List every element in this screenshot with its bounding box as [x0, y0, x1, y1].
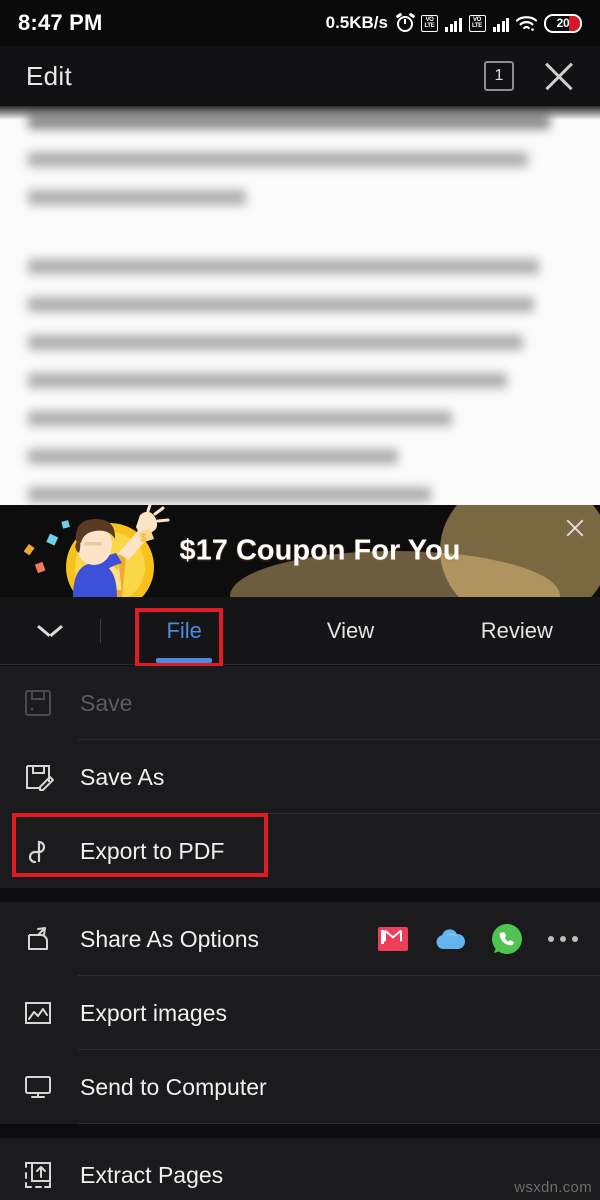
menu-item-extract-pages[interactable]: Extract Pages [0, 1138, 600, 1200]
battery-icon: 20 [544, 13, 582, 33]
menu-section-divider [0, 888, 600, 902]
document-preview[interactable] [0, 106, 600, 505]
volte-sim2-icon: VO LTE [468, 14, 486, 32]
phone-screen: 8:47 PM 0.5KB/s VO LTE VO LTE 20 Edit 1 … [0, 0, 600, 1200]
gmail-icon[interactable] [378, 927, 408, 951]
signal-sim2-icon [492, 15, 509, 32]
more-icon[interactable] [548, 936, 578, 942]
volte-sim1-icon: VO LTE [421, 14, 438, 32]
collapse-ribbon-button[interactable] [0, 597, 100, 665]
pdf-icon [22, 835, 78, 867]
alarm-icon [395, 12, 416, 32]
menu-item-save-as-label: Save As [80, 763, 165, 790]
tab-review-label: Review [480, 617, 553, 643]
chevron-down-icon [39, 625, 61, 637]
document-top-shadow [0, 106, 600, 120]
tab-file-label: File [166, 617, 202, 643]
menu-item-export-images[interactable]: Export images [0, 976, 600, 1050]
tab-review[interactable]: Review [434, 597, 600, 665]
share-target-list [378, 924, 578, 954]
monitor-icon [22, 1071, 78, 1103]
page-title: Edit [26, 60, 73, 91]
status-time: 8:47 PM [18, 10, 103, 35]
cloud-icon[interactable] [434, 927, 466, 951]
wifi-icon [516, 15, 537, 32]
file-menu: Save Save As Export to PDF Share As Opti… [0, 666, 600, 1200]
coupon-banner[interactable]: $ $17 Coupon For You [0, 505, 600, 597]
menu-section-divider-2 [0, 1124, 600, 1138]
tab-file[interactable]: File [101, 597, 267, 665]
status-bar: 8:47 PM 0.5KB/s VO LTE VO LTE 20 [0, 0, 600, 46]
signal-sim1-icon [445, 15, 462, 32]
page-count-value: 1 [494, 67, 504, 84]
menu-item-export-to-pdf[interactable]: Export to PDF [0, 814, 600, 888]
coupon-text: $17 Coupon For You [179, 534, 461, 567]
save-as-icon [22, 761, 78, 793]
image-icon [22, 997, 78, 1029]
menu-item-save[interactable]: Save [0, 666, 600, 740]
menu-item-export-to-pdf-label: Export to PDF [80, 837, 225, 864]
menu-item-save-label: Save [80, 689, 133, 716]
watermark: wsxdn.com [514, 1179, 592, 1196]
battery-level: 20 [556, 16, 570, 30]
whatsapp-icon[interactable] [492, 924, 522, 954]
close-icon[interactable] [542, 59, 576, 93]
menu-item-save-as[interactable]: Save As [0, 740, 600, 814]
menu-item-extract-pages-label: Extract Pages [80, 1161, 224, 1188]
page-count-badge[interactable]: 1 [484, 61, 514, 91]
ribbon-tabbar: File View Review [0, 597, 600, 665]
app-toolbar: Edit 1 [0, 46, 600, 106]
tab-list: File View Review [101, 597, 600, 665]
floppy-disk-icon [22, 687, 78, 719]
menu-item-share-as-options[interactable]: Share As Options [0, 902, 600, 976]
tab-view-label: View [326, 617, 375, 643]
network-speed: 0.5KB/s [325, 13, 388, 32]
coupon-close-icon[interactable] [564, 517, 586, 539]
extract-pages-icon [22, 1159, 78, 1191]
document-blurred-text [0, 106, 600, 502]
status-icons: 0.5KB/s VO LTE VO LTE 20 [325, 12, 582, 33]
menu-item-send-to-computer-label: Send to Computer [80, 1073, 267, 1100]
tab-view[interactable]: View [267, 597, 433, 665]
menu-item-send-to-computer[interactable]: Send to Computer [0, 1050, 600, 1124]
menu-item-export-images-label: Export images [80, 999, 228, 1026]
toolbar-actions: 1 [484, 59, 576, 93]
share-icon [22, 923, 78, 955]
tab-active-underline [156, 657, 213, 663]
menu-item-share-as-options-label: Share As Options [80, 925, 259, 952]
